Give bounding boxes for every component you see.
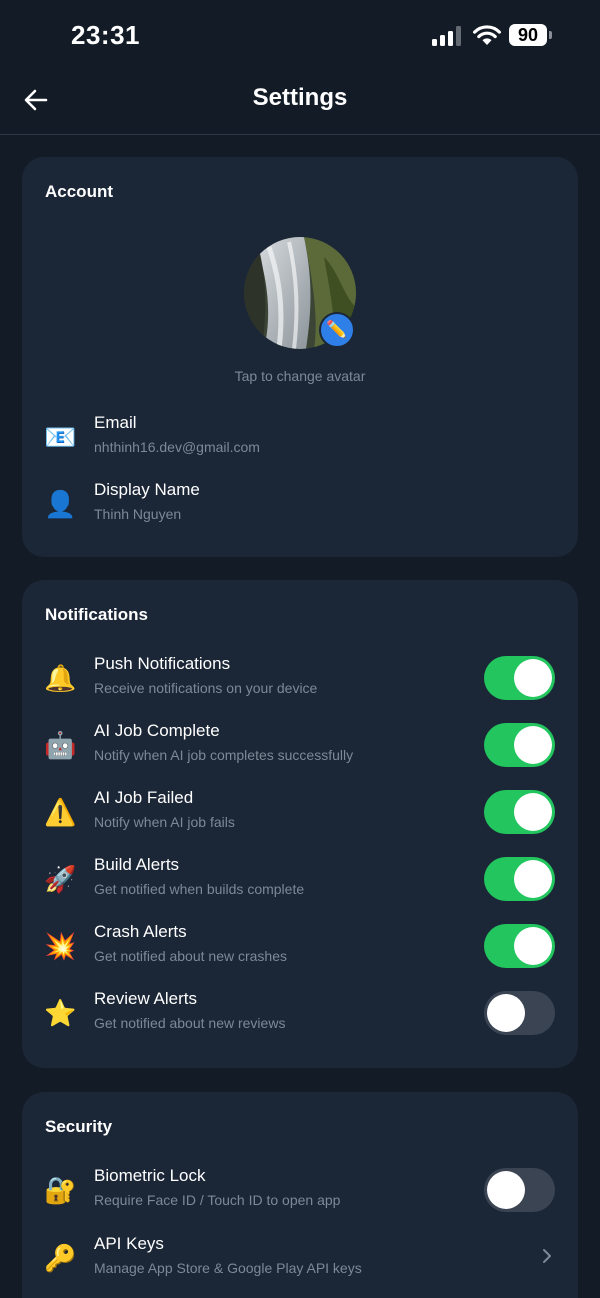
- notification-label: AI Job Failed: [94, 788, 194, 807]
- app-bar: Settings: [0, 70, 600, 135]
- notification-description: Receive notifications on your device: [94, 680, 318, 696]
- display-name-label: Display Name: [94, 480, 200, 499]
- notification-label: AI Job Complete: [94, 721, 220, 740]
- lock-icon: 🔐: [44, 1175, 77, 1205]
- email-row: 📧 Email nhthinh16.dev@gmail.com: [22, 413, 578, 469]
- notifications-card: Notifications 🔔 Push Notifications Recei…: [22, 580, 578, 1068]
- edit-avatar-icon[interactable]: ✏️: [319, 312, 355, 348]
- security-card: Security 🔐 Biometric Lock Require Face I…: [22, 1092, 578, 1298]
- settings-screen: 23:31 90 Settings Account ✏️ Tap to chan…: [0, 0, 600, 1298]
- account-card: Account ✏️ Tap to change avatar 📧 Email …: [22, 157, 578, 557]
- ai-job-complete-toggle[interactable]: [484, 723, 555, 767]
- avatar-hint: Tap to change avatar: [234, 368, 366, 384]
- battery-icon: 90: [509, 24, 553, 46]
- biometric-lock-description: Require Face ID / Touch ID to open app: [94, 1192, 341, 1208]
- notification-item-ai-complete: 🤖 AI Job Complete Notify when AI job com…: [22, 721, 578, 777]
- notifications-section-title: Notifications: [45, 605, 148, 624]
- key-icon: 🔑: [44, 1243, 77, 1273]
- avatar-button[interactable]: ✏️: [244, 237, 356, 349]
- status-time: 23:31: [71, 20, 140, 50]
- bell-icon: 🔔: [44, 663, 77, 693]
- warning-icon: ⚠️: [44, 797, 77, 827]
- wifi-icon: [473, 25, 501, 45]
- battery-level: 90: [509, 24, 547, 46]
- display-name-row[interactable]: 👤 Display Name Thinh Nguyen: [22, 480, 578, 536]
- build-alerts-toggle[interactable]: [484, 857, 555, 901]
- notification-label: Push Notifications: [94, 654, 231, 673]
- crash-alerts-toggle[interactable]: [484, 924, 555, 968]
- biometric-lock-label: Biometric Lock: [94, 1166, 206, 1185]
- notification-description: Notify when AI job completes successfull…: [94, 747, 354, 763]
- chevron-right-icon[interactable]: [541, 1246, 553, 1266]
- email-label: Email: [94, 413, 137, 432]
- robot-icon: 🤖: [44, 730, 77, 760]
- status-bar: 23:31 90: [0, 0, 600, 70]
- star-icon: ⭐: [44, 998, 77, 1028]
- collision-icon: 💥: [44, 931, 77, 961]
- notification-item-review: ⭐ Review Alerts Get notified about new r…: [22, 989, 578, 1045]
- account-section-title: Account: [45, 182, 113, 201]
- security-section-title: Security: [45, 1117, 113, 1136]
- notification-label: Build Alerts: [94, 855, 180, 874]
- biometric-lock-row: 🔐 Biometric Lock Require Face ID / Touch…: [22, 1166, 578, 1222]
- email-value: nhthinh16.dev@gmail.com: [94, 439, 260, 455]
- api-keys-description: Manage App Store & Google Play API keys: [94, 1260, 362, 1276]
- notification-description: Notify when AI job fails: [94, 814, 235, 830]
- page-title: Settings: [252, 84, 348, 111]
- notification-item-push: 🔔 Push Notifications Receive notificatio…: [22, 654, 578, 710]
- api-keys-label: API Keys: [94, 1234, 164, 1253]
- ai-job-failed-toggle[interactable]: [484, 790, 555, 834]
- review-alerts-toggle[interactable]: [484, 991, 555, 1035]
- notification-item-crash: 💥 Crash Alerts Get notified about new cr…: [22, 922, 578, 978]
- person-icon: 👤: [44, 489, 77, 519]
- api-keys-row[interactable]: 🔑 API Keys Manage App Store & Google Pla…: [22, 1234, 578, 1290]
- notification-label: Crash Alerts: [94, 922, 187, 941]
- notification-description: Get notified when builds complete: [94, 881, 305, 897]
- rocket-icon: 🚀: [44, 864, 77, 894]
- notification-item-ai-failed: ⚠️ AI Job Failed Notify when AI job fail…: [22, 788, 578, 844]
- biometric-lock-toggle[interactable]: [484, 1168, 555, 1212]
- cellular-signal-icon: [432, 26, 462, 46]
- notification-description: Get notified about new crashes: [94, 948, 288, 964]
- notification-label: Review Alerts: [94, 989, 197, 1008]
- display-name-value: Thinh Nguyen: [94, 506, 182, 522]
- envelope-icon: 📧: [44, 422, 77, 452]
- notification-item-build: 🚀 Build Alerts Get notified when builds …: [22, 855, 578, 911]
- notification-description: Get notified about new reviews: [94, 1015, 286, 1031]
- push-notifications-toggle[interactable]: [484, 656, 555, 700]
